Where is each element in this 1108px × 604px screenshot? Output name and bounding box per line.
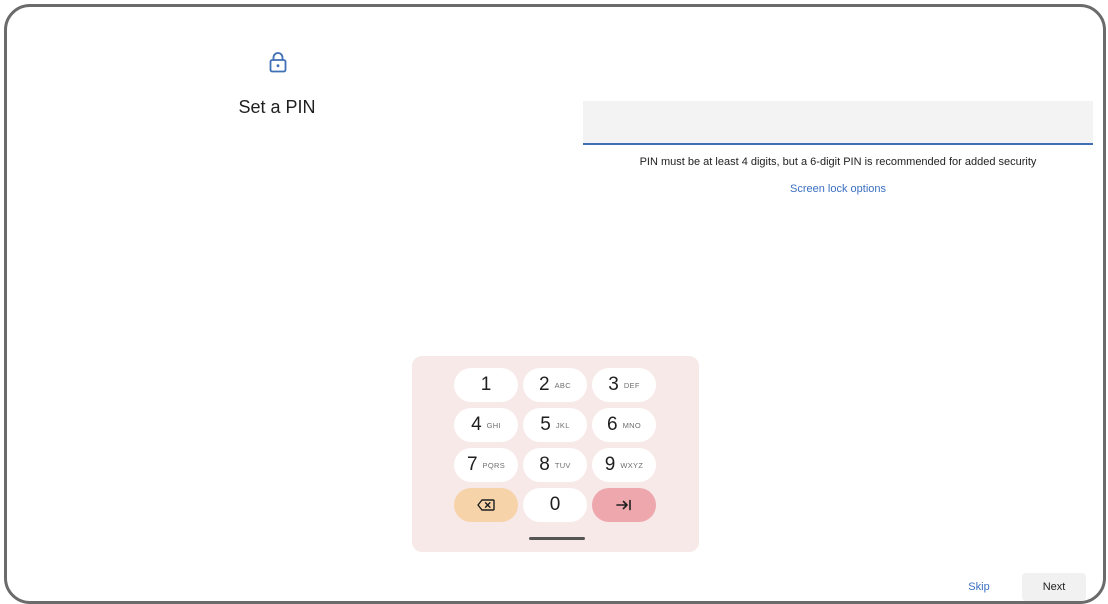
enter-key[interactable] <box>592 488 656 522</box>
next-button[interactable]: Next <box>1022 573 1086 601</box>
key-digit: 8 <box>539 454 550 475</box>
keypad-drag-handle[interactable] <box>529 537 585 540</box>
backspace-icon <box>477 499 495 511</box>
key-9[interactable]: 9 WXYZ <box>592 448 656 482</box>
key-digit: 5 <box>540 414 551 435</box>
key-digit: 7 <box>466 454 478 475</box>
key-digit: 3 <box>608 374 619 395</box>
skip-button[interactable]: Skip <box>959 581 999 593</box>
key-letters: WXYZ <box>620 460 644 470</box>
key-letters: DEF <box>623 380 640 390</box>
key-1[interactable]: 1 <box>454 368 518 402</box>
key-6[interactable]: 6 MNO <box>592 408 656 442</box>
key-digit: 1 <box>480 374 492 395</box>
key-3[interactable]: 3 DEF <box>592 368 656 402</box>
key-digit: 0 <box>549 494 561 515</box>
page-title: Set a PIN <box>238 97 316 117</box>
key-letters: JKL <box>555 420 570 430</box>
numeric-keypad: 1 2 ABC 3 DEF 4 GHI 5 JKL 6 MNO 7 PQRS 8… <box>412 356 699 552</box>
pin-hint-text: PIN must be at least 4 digits, but a 6-d… <box>639 156 1037 168</box>
key-digit: 2 <box>539 374 550 395</box>
key-digit: 9 <box>604 454 616 475</box>
key-5[interactable]: 5 JKL <box>523 408 587 442</box>
key-letters: PQRS <box>482 460 506 470</box>
pin-input[interactable] <box>583 101 1093 145</box>
key-letters: ABC <box>554 380 571 390</box>
key-letters: GHI <box>486 420 501 430</box>
screen-lock-options-link[interactable]: Screen lock options <box>583 183 1093 195</box>
key-2[interactable]: 2 ABC <box>523 368 587 402</box>
device-frame: Set a PIN PIN must be at least 4 digits,… <box>4 4 1106 604</box>
key-letters: TUV <box>554 460 571 470</box>
backspace-key[interactable] <box>454 488 518 522</box>
key-8[interactable]: 8 TUV <box>523 448 587 482</box>
lock-icon <box>269 52 287 73</box>
key-letters: MNO <box>622 420 641 430</box>
key-4[interactable]: 4 GHI <box>454 408 518 442</box>
key-7[interactable]: 7 PQRS <box>454 448 518 482</box>
key-digit: 6 <box>607 414 618 435</box>
tab-enter-icon <box>616 499 631 511</box>
key-0[interactable]: 0 <box>523 488 587 522</box>
key-digit: 4 <box>471 414 482 435</box>
